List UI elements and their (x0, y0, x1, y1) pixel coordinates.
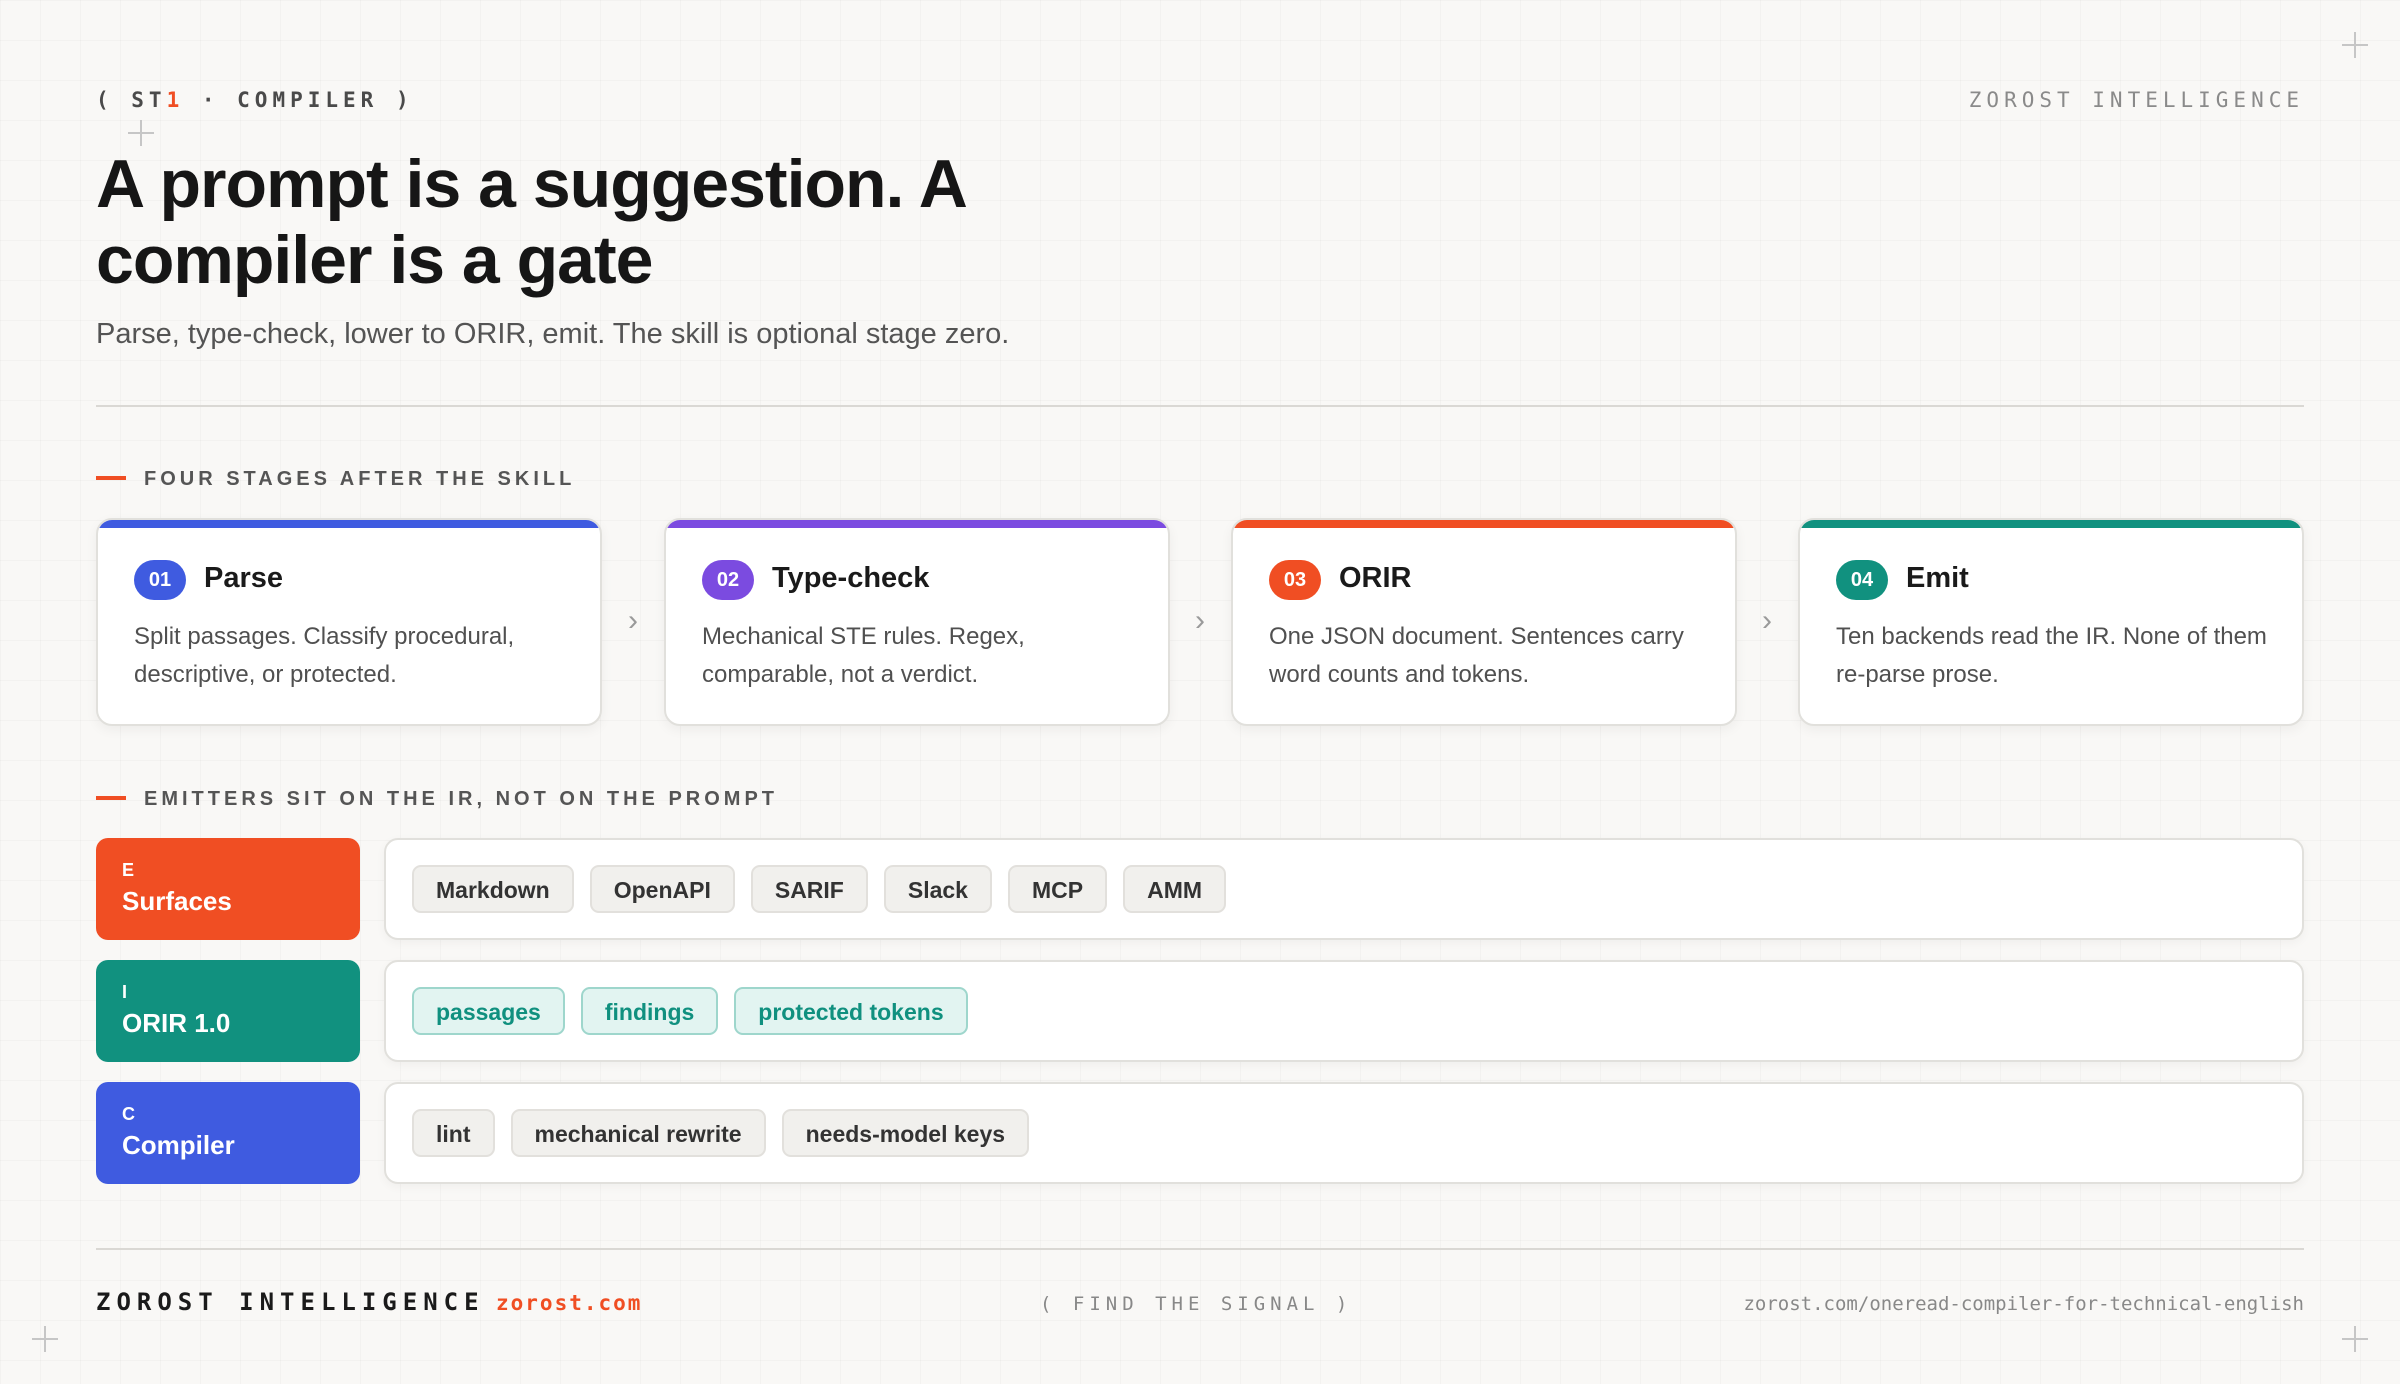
stage-number-badge: 04 (1836, 560, 1888, 600)
footer-url-link[interactable]: zorost.com (496, 1291, 642, 1315)
brand-name: ZOROST INTELLIGENCE (1968, 88, 2304, 112)
layer-label: C Compiler (96, 1082, 360, 1184)
tag-chip: Markdown (412, 865, 574, 913)
tag-chip: Slack (883, 865, 992, 913)
emitters-section-label: EMITTERS SIT ON THE IR, NOT ON THE PROMP… (96, 788, 778, 811)
stage-accent-bar (666, 520, 1168, 528)
tag-chip: needs-model keys (781, 1109, 1030, 1157)
stage-card: 03 ORIR One JSON document. Sentences carry… (1231, 518, 1737, 726)
page-subtitle: Parse, type-check, lower to ORIR, emit. … (96, 318, 1010, 350)
stage-description: Ten backends read the IR. None of them r… (1836, 623, 2267, 688)
corner-cross-icon (32, 1326, 58, 1352)
layer-name: ORIR 1.0 (122, 1008, 231, 1038)
layer-chip-panel: passages findings protected tokens (384, 960, 2304, 1062)
tag-chip: OpenAPI (589, 865, 735, 913)
stage-number-badge: 03 (1269, 560, 1321, 600)
layer-letter: E (122, 860, 135, 880)
layer-label: I ORIR 1.0 (96, 960, 360, 1062)
layer-letter: C (122, 1104, 135, 1124)
footer-tagline: ( FIND THE SIGNAL ) (1040, 1293, 1353, 1315)
accent-dash (96, 475, 126, 480)
footer-divider (96, 1248, 2304, 1250)
stage-accent-bar (98, 520, 600, 528)
stage-accent-bar (1800, 520, 2302, 528)
layer-name: Compiler (122, 1130, 235, 1160)
tag-chip: SARIF (750, 865, 868, 913)
divider (96, 405, 2304, 407)
page-title: A prompt is a suggestion. A compiler is … (96, 146, 965, 298)
accent-dash (96, 795, 126, 800)
corner-cross-icon (2342, 1326, 2368, 1352)
layer-label: E Surfaces (96, 838, 360, 940)
stage-number-badge: 01 (134, 560, 186, 600)
stage-card: 04 Emit Ten backends read the IR. None of … (1798, 518, 2304, 726)
stage-name: Emit (1906, 562, 1969, 594)
footer-article-link[interactable]: zorost.com/oneread-compiler-for-technica… (1743, 1293, 2304, 1315)
layer-name: Surfaces (122, 886, 232, 916)
footer-brand: ZOROST INTELLIGENCE (96, 1288, 485, 1316)
stage-name: Parse (204, 562, 284, 594)
chevron-right-icon: › (1762, 604, 1772, 637)
stage-description: Split passages. Classify procedural, des… (134, 623, 515, 688)
layer-chip-panel: lint mechanical rewrite needs-model keys (384, 1082, 2304, 1184)
tag-chip: mechanical rewrite (510, 1109, 766, 1157)
tag-chip: MCP (1007, 865, 1108, 913)
tag-chip: AMM (1123, 865, 1227, 913)
stage-name: ORIR (1339, 562, 1412, 594)
stage-card: 01 Parse Split passages. Classify procedur… (96, 518, 602, 726)
chevron-right-icon: › (628, 604, 638, 637)
corner-cross-icon (2342, 32, 2368, 58)
stage-card: 02 Type-check Mechanical STE rules. Regex,… (664, 518, 1170, 726)
stage-name: Type-check (772, 562, 930, 594)
corner-cross-icon (128, 120, 154, 146)
tag-chip: protected tokens (734, 987, 968, 1035)
stage-description: One JSON document. Sentences carry word … (1269, 623, 1684, 688)
tag-chip: passages (412, 987, 565, 1035)
chevron-right-icon: › (1195, 604, 1205, 637)
tag-chip: lint (412, 1109, 495, 1157)
stages-section-label: FOUR STAGES AFTER THE SKILL (96, 468, 575, 491)
layer-letter: I (122, 982, 128, 1002)
stage-number-badge: 02 (702, 560, 754, 600)
tag-chip: findings (580, 987, 719, 1035)
layer-chip-panel: Markdown OpenAPI SARIF Slack MCP AMM (384, 838, 2304, 940)
stage-accent-bar (1233, 520, 1735, 528)
section-eyebrow: ( ST1 · COMPILER ) (96, 88, 414, 112)
stage-description: Mechanical STE rules. Regex, comparable,… (702, 623, 1025, 688)
